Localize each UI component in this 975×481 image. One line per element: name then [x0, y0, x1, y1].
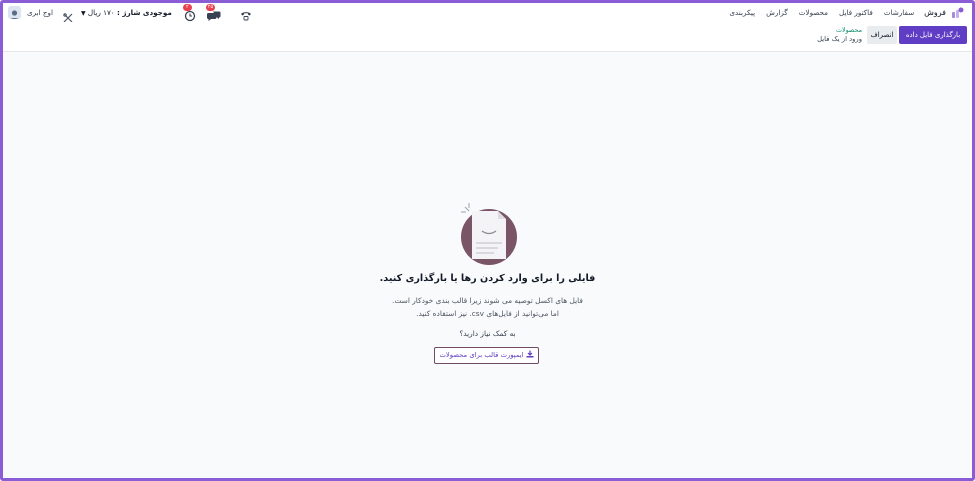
empty-state-text-1: فایل های اکسل توصیه می شوند زیرا قالب بن…	[392, 296, 583, 305]
user-avatar[interactable]	[8, 6, 21, 19]
import-template-label: ایمپورت قالب برای محصولات	[439, 351, 524, 359]
chat-icon	[206, 11, 221, 21]
control-panel: بارگذاری فایل داده انصراف محصولات ورود ا…	[3, 22, 972, 52]
messages-button[interactable]: ۲۵	[205, 3, 221, 21]
balance-value: ۱۷۰ ریال	[87, 8, 115, 17]
menu-configuration[interactable]: پیکربندی	[729, 8, 755, 17]
import-template-button[interactable]: ایمپورت قالب برای محصولات	[434, 347, 539, 364]
upload-file-button[interactable]: بارگذاری فایل داده	[899, 26, 967, 44]
main-menu: فروش سفارشات فاکتور فایل محصولات گزارش پ…	[718, 3, 964, 22]
tools-icon[interactable]	[63, 8, 73, 22]
sales-app-icon[interactable]	[952, 7, 964, 19]
balance-display[interactable]: موجودی شارژ : ۱۷۰ ریال ▼	[81, 8, 172, 17]
empty-state-title: فایلی را برای وارد کردن رها یا بارگذاری …	[379, 273, 596, 284]
systray: اوج ابری موجودی شارژ : ۱۷۰ ریال ▼ ۲ ۲۵	[8, 3, 254, 22]
menu-invoice-file[interactable]: فاکتور فایل	[839, 8, 873, 17]
help-text: به کمک نیاز دارید؟	[459, 329, 516, 338]
messages-badge: ۲۵	[205, 3, 216, 11]
menu-orders[interactable]: سفارشات	[884, 8, 914, 17]
user-name[interactable]: اوج ابری	[27, 8, 53, 17]
activity-button[interactable]: ۲	[182, 3, 198, 21]
page-title: ورود از یک فایل	[817, 35, 862, 43]
document-smile-illustration	[461, 203, 517, 265]
menu-products[interactable]: محصولات	[799, 8, 828, 17]
empty-state-text-2: اما می‌توانید از فایل‌های csv. نیز استفا…	[416, 309, 559, 318]
balance-label: موجودی شارژ :	[116, 8, 172, 17]
clock-icon	[184, 10, 195, 21]
top-navbar: فروش سفارشات فاکتور فایل محصولات گزارش پ…	[3, 3, 972, 22]
menu-reporting[interactable]: گزارش	[766, 8, 788, 17]
cancel-button[interactable]: انصراف	[867, 26, 897, 44]
breadcrumb: محصولات ورود از یک فایل	[817, 26, 862, 44]
app-brand[interactable]: فروش	[924, 8, 946, 17]
phone-icon[interactable]	[240, 7, 252, 20]
download-icon	[526, 349, 534, 358]
activity-badge: ۲	[182, 3, 192, 11]
caret-down-icon: ▼	[80, 10, 86, 17]
breadcrumb-products-link[interactable]: محصولات	[817, 26, 862, 34]
import-dropzone[interactable]: فایلی را برای وارد کردن رها یا بارگذاری …	[3, 53, 972, 478]
